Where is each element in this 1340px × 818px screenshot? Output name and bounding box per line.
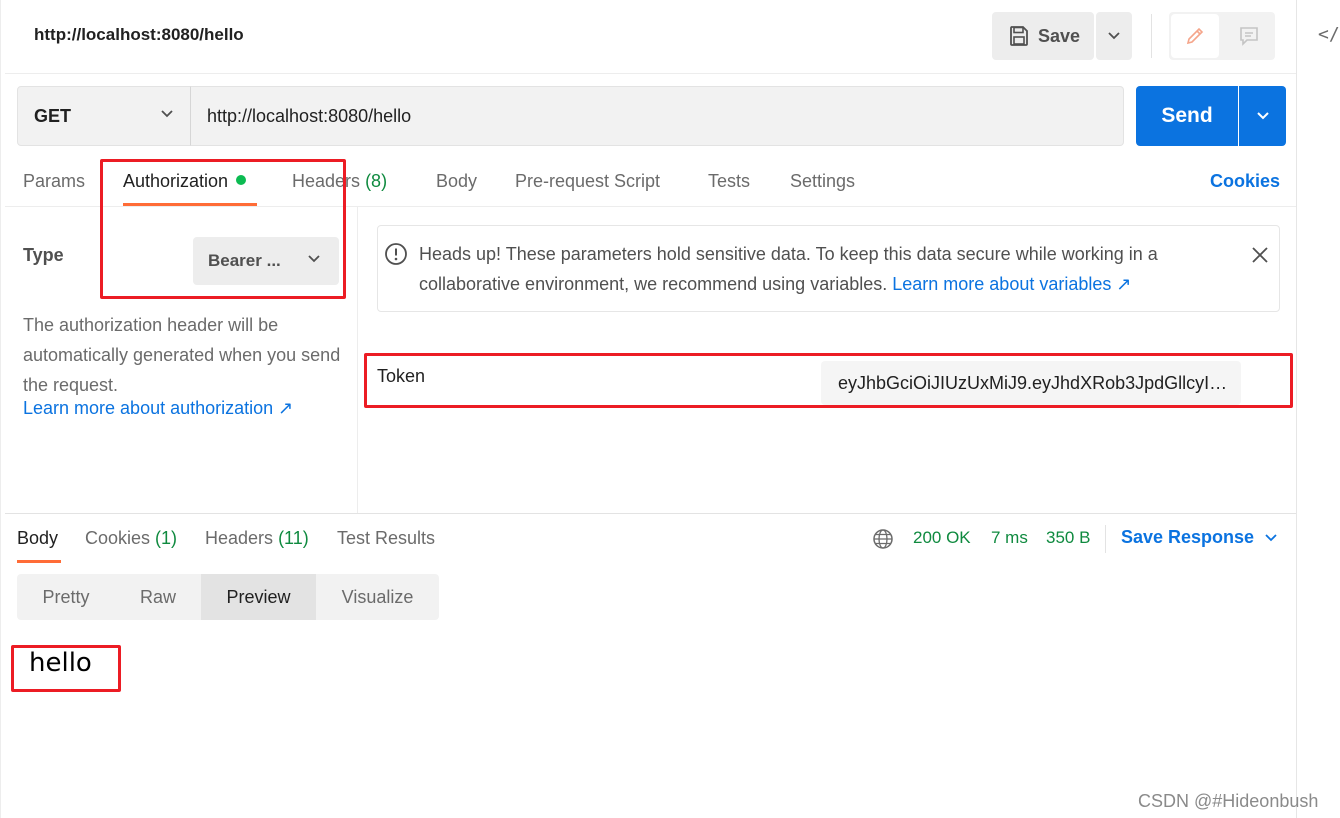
cookies-link[interactable]: Cookies	[1210, 171, 1280, 192]
chevron-down-icon	[1108, 32, 1120, 40]
url-value: http://localhost:8080/hello	[207, 105, 412, 126]
mode-toggle	[1169, 12, 1275, 60]
tab-pre-request-script[interactable]: Pre-request Script	[515, 171, 660, 192]
stats-divider	[1105, 525, 1106, 553]
chevron-down-icon	[161, 110, 173, 118]
active-response-tab-underline	[17, 560, 61, 563]
response-time[interactable]: 7 ms	[991, 528, 1028, 548]
comments-button[interactable]	[1225, 14, 1273, 58]
auth-panel-divider	[357, 207, 358, 513]
tab-label: Headers	[205, 528, 274, 548]
tab-tests[interactable]: Tests	[708, 171, 750, 192]
auth-description: The authorization header will be automat…	[23, 315, 341, 395]
tab-label: Test Results	[337, 528, 436, 548]
save-response-button[interactable]: Save Response	[1121, 527, 1278, 548]
tab-label: Cookies	[85, 528, 151, 548]
annotation-box-response	[11, 645, 121, 692]
send-button[interactable]: Send	[1136, 86, 1238, 146]
annotation-box-token	[364, 353, 1293, 408]
request-title: http://localhost:8080/hello	[34, 25, 244, 44]
comment-icon	[1240, 27, 1258, 46]
postman-request-panel: http://localhost:8080/hello Save GET htt…	[0, 0, 1297, 818]
tab-label: Pre-request Script	[515, 171, 661, 191]
learn-more-authorization-link[interactable]: Learn more about authorization ↗	[23, 398, 293, 419]
view-mode-raw[interactable]: Raw	[115, 574, 201, 620]
watermark: CSDN @#Hideonbush	[1138, 791, 1319, 811]
save-options-button[interactable]	[1096, 12, 1132, 60]
header-divider-line	[5, 73, 1297, 74]
tab-params[interactable]: Params	[23, 171, 85, 192]
save-response-label: Save Response	[1121, 527, 1255, 547]
globe-icon[interactable]	[872, 528, 894, 550]
tab-count: (1)	[155, 528, 178, 548]
tab-label: Body	[436, 171, 478, 191]
response-tab-test-results[interactable]: Test Results	[337, 528, 435, 549]
response-status[interactable]: 200 OK	[913, 528, 971, 548]
tab-count: (8)	[365, 171, 388, 191]
edit-button[interactable]	[1171, 14, 1219, 58]
url-input[interactable]: http://localhost:8080/hello	[190, 86, 1124, 146]
save-icon	[1010, 26, 1028, 46]
side-panel-divider	[1296, 0, 1297, 818]
chevron-down-icon	[1256, 112, 1269, 120]
code-snippet-icon[interactable]: </>	[1318, 24, 1340, 45]
tab-label: Body	[17, 528, 59, 548]
auth-type-label: Type	[23, 245, 64, 265]
tab-label: Settings	[790, 171, 856, 191]
close-icon[interactable]	[1251, 246, 1269, 264]
method-select[interactable]: GET	[17, 86, 191, 146]
tab-count: (11)	[278, 528, 309, 548]
view-mode-pretty[interactable]: Pretty	[17, 574, 115, 620]
response-tab-headers[interactable]: Headers (11)	[205, 528, 309, 549]
save-button[interactable]: Save	[992, 12, 1094, 60]
learn-more-variables-link[interactable]: Learn more about variables ↗	[892, 274, 1131, 294]
send-options-button[interactable]	[1239, 86, 1286, 146]
pencil-icon	[1186, 27, 1204, 45]
chevron-down-icon	[1265, 533, 1277, 541]
response-tab-body[interactable]: Body	[17, 528, 58, 549]
save-label: Save	[1038, 25, 1081, 46]
annotation-box-auth-type	[100, 159, 346, 299]
tab-label: Params	[23, 171, 86, 191]
tab-settings[interactable]: Settings	[790, 171, 855, 192]
response-size[interactable]: 350 B	[1046, 528, 1090, 548]
view-mode-switcher: Pretty Raw Preview Visualize	[17, 574, 439, 620]
tab-label: Tests	[708, 171, 751, 191]
header-divider	[1151, 14, 1152, 58]
sensitive-data-notice: Heads up! These parameters hold sensitiv…	[377, 225, 1280, 312]
view-mode-visualize[interactable]: Visualize	[316, 574, 439, 620]
view-mode-preview[interactable]: Preview	[201, 574, 316, 620]
response-tab-cookies[interactable]: Cookies (1)	[85, 528, 177, 549]
method-value: GET	[34, 105, 72, 126]
response-divider-line	[5, 513, 1297, 514]
info-icon	[385, 243, 407, 265]
tab-body[interactable]: Body	[436, 171, 477, 192]
notice-text: Heads up! These parameters hold sensitiv…	[419, 239, 1229, 299]
